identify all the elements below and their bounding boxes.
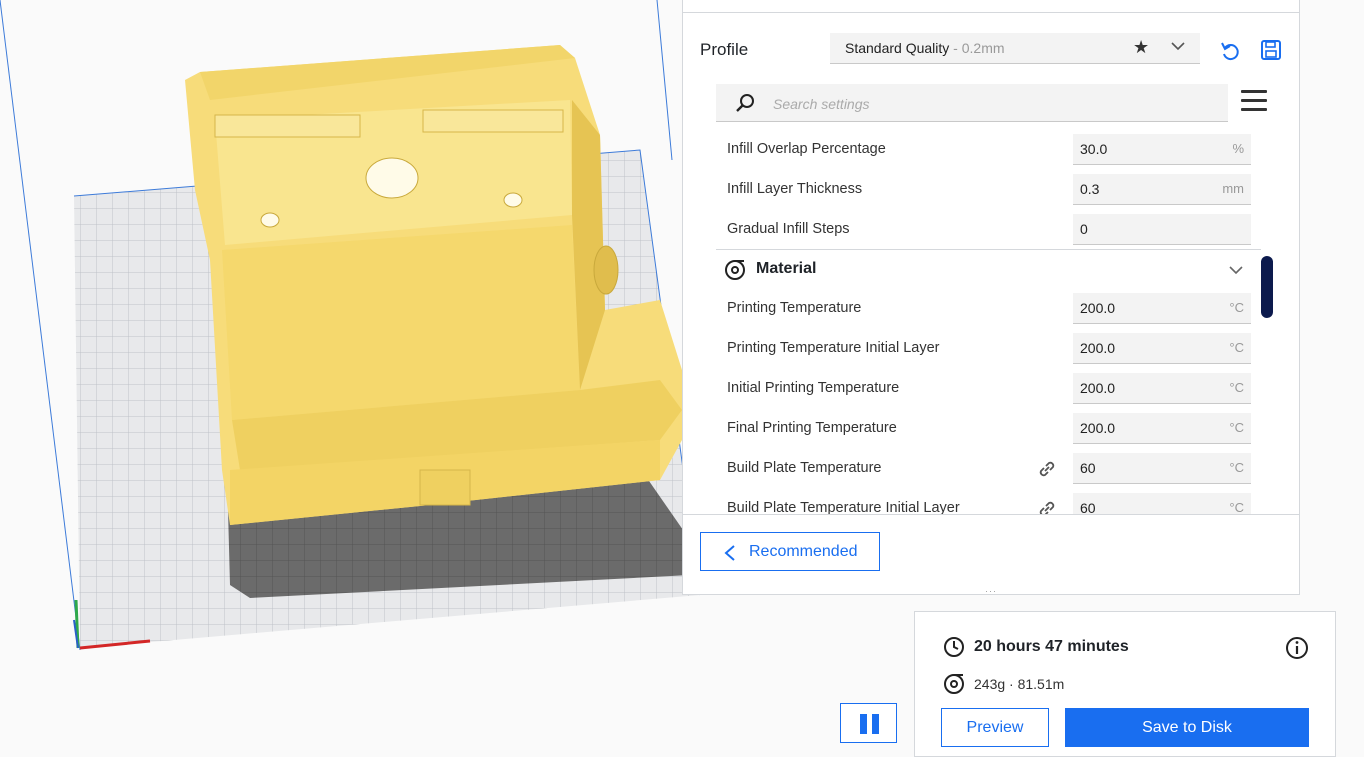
clock-icon <box>944 637 964 657</box>
panel-divider-top <box>683 12 1299 13</box>
save-to-disk-button[interactable]: Save to Disk <box>1065 708 1309 747</box>
preview-button[interactable]: Preview <box>941 708 1049 747</box>
settings-list[interactable]: Infill Overlap Percentage 30.0% Infill L… <box>716 130 1276 514</box>
profile-dropdown[interactable]: Standard Quality - 0.2mm ★ <box>830 33 1200 64</box>
setting-row-infill-layer-thickness: Infill Layer Thickness 0.3 mm <box>716 170 1261 210</box>
spool-icon <box>944 674 964 694</box>
setting-label: Final Printing Temperature <box>727 420 897 436</box>
link-icon[interactable] <box>1036 498 1058 514</box>
pause-icon <box>872 714 879 734</box>
setting-label: Build Plate Temperature <box>727 460 882 476</box>
setting-value-field[interactable]: 200.0 °C <box>1073 413 1251 444</box>
save-profile-icon[interactable] <box>1260 39 1282 61</box>
spool-icon <box>725 260 745 280</box>
setting-value-field[interactable]: 200.0 °C <box>1073 373 1251 404</box>
setting-label: Initial Printing Temperature <box>727 380 900 396</box>
setting-label: Infill Layer Thickness <box>727 181 863 197</box>
panel-divider-bottom <box>683 514 1299 515</box>
print-time: 20 hours 47 minutes <box>974 638 1129 655</box>
setting-row-final-printing-temperature: Final Printing Temperature 200.0 °C <box>716 409 1261 449</box>
setting-label: Printing Temperature Initial Layer <box>727 340 940 356</box>
recommended-button[interactable]: Recommended <box>700 532 880 571</box>
setting-value-field[interactable]: 200.0 °C <box>1073 333 1251 364</box>
setting-row-gradual-infill-steps: Gradual Infill Steps 0 <box>716 210 1261 250</box>
setting-row-initial-printing-temperature: Initial Printing Temperature 200.0 °C <box>716 369 1261 409</box>
setting-value-field[interactable]: 30.0% <box>1073 134 1251 165</box>
pause-slicing-button[interactable] <box>840 703 897 743</box>
section-title: Material <box>756 260 817 277</box>
setting-value-field[interactable]: 200.0 °C <box>1073 293 1251 324</box>
info-icon[interactable] <box>1285 636 1309 660</box>
pause-icon <box>860 714 867 734</box>
link-icon[interactable] <box>1036 458 1058 480</box>
job-specs-panel: 20 hours 47 minutes 243g · 81.51m Previe… <box>914 611 1336 757</box>
search-settings-field[interactable] <box>716 84 1228 122</box>
chevron-left-icon <box>724 545 735 561</box>
chevron-down-icon <box>1229 266 1243 275</box>
recommended-label: Recommended <box>749 543 858 560</box>
star-icon[interactable]: ★ <box>1133 37 1149 58</box>
setting-row-infill-overlap: Infill Overlap Percentage 30.0% <box>716 130 1261 170</box>
section-header-material[interactable]: Material <box>716 249 1261 290</box>
material-usage: 243g · 81.51m <box>974 676 1065 692</box>
search-input[interactable] <box>771 92 1215 116</box>
setting-row-build-plate-temperature: Build Plate Temperature 60 °C <box>716 449 1261 489</box>
setting-value-field[interactable]: 60 °C <box>1073 493 1251 514</box>
settings-scrollbar[interactable] <box>1261 256 1273 318</box>
settings-menu-icon[interactable] <box>1241 90 1269 116</box>
setting-row-printing-temperature-initial-layer: Printing Temperature Initial Layer 200.0… <box>716 329 1261 369</box>
setting-row-build-plate-temperature-initial-layer: Build Plate Temperature Initial Layer 60… <box>716 489 1261 514</box>
profile-name: Standard Quality - 0.2mm <box>845 40 1005 56</box>
setting-label: Gradual Infill Steps <box>727 221 850 237</box>
setting-value-field[interactable]: 0 <box>1073 214 1251 245</box>
setting-value-field[interactable]: 60 °C <box>1073 453 1251 484</box>
setting-label: Infill Overlap Percentage <box>727 141 886 157</box>
profile-label: Profile <box>700 40 749 59</box>
print-settings-panel: Profile Standard Quality - 0.2mm ★ Infil… <box>682 0 1300 596</box>
setting-label: Build Plate Temperature Initial Layer <box>727 500 960 514</box>
resize-grip[interactable]: ··· <box>985 586 997 596</box>
setting-value-field[interactable]: 0.3 mm <box>1073 174 1251 205</box>
chevron-down-icon <box>1171 42 1185 51</box>
setting-label: Printing Temperature <box>727 300 862 316</box>
undo-icon[interactable] <box>1219 40 1241 62</box>
search-icon <box>736 94 754 112</box>
setting-row-printing-temperature: Printing Temperature 200.0 °C <box>716 289 1261 329</box>
